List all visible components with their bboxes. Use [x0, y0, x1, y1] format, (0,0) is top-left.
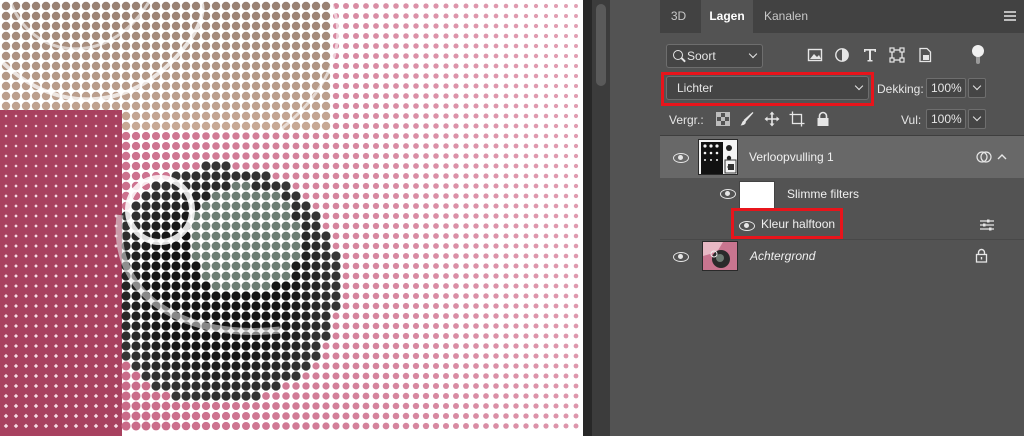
document-canvas-area — [0, 0, 596, 436]
blend-mode-value: Lichter — [677, 81, 714, 95]
layer-row-smart-filters[interactable]: Slimme filters — [660, 178, 1024, 209]
layer-row-color-halftone[interactable]: Kleur halftoon — [660, 209, 1024, 240]
type-filter-icon[interactable] — [862, 47, 878, 63]
fill-slider-dropdown[interactable] — [968, 109, 986, 129]
search-icon — [673, 50, 683, 60]
lock-transparent-icon[interactable] — [715, 111, 731, 127]
artboard-lock-icon[interactable] — [789, 111, 805, 127]
chevron-down-icon — [972, 112, 982, 122]
panel-gutter — [610, 0, 660, 436]
blend-mode-select[interactable]: Lichter — [666, 76, 869, 100]
layer-row-background[interactable]: Achtergrond — [660, 240, 1024, 272]
filter-toggle-switch[interactable] — [972, 44, 984, 66]
scrollbar-thumb[interactable] — [596, 4, 606, 86]
panel-menu-icon[interactable] — [1004, 11, 1016, 21]
layer-filter-kind-select[interactable]: Soort — [666, 44, 763, 68]
lock-label: Vergr.: — [669, 113, 704, 127]
photoshop-window: 3D Lagen Kanalen Soort Lichter Dekking: … — [0, 0, 1024, 436]
shape-filter-icon[interactable] — [889, 47, 905, 63]
layer-name-color-halftone[interactable]: Kleur halftoon — [761, 217, 835, 231]
image-filter-icon[interactable] — [807, 47, 823, 63]
fill-label: Vul: — [901, 113, 922, 127]
tab-channels[interactable]: Kanalen — [755, 0, 817, 33]
filter-blending-options-icon[interactable] — [979, 219, 995, 231]
layer-name-smart-filters[interactable]: Slimme filters — [787, 187, 859, 201]
layer-thumbnail-gradient — [698, 139, 738, 175]
opacity-field[interactable]: 100% — [926, 78, 966, 98]
lock-all-icon[interactable] — [815, 111, 831, 127]
layer-name-verloopvulling[interactable]: Verloopvulling 1 — [749, 150, 834, 164]
tab-3d[interactable]: 3D — [660, 0, 697, 33]
canvas-vertical-scrollbar[interactable] — [592, 0, 610, 436]
opacity-slider-dropdown[interactable] — [968, 78, 986, 98]
layer-lock-icon — [975, 248, 988, 263]
fill-field[interactable]: 100% — [926, 109, 966, 129]
visibility-eye-icon[interactable] — [673, 153, 689, 163]
halftone-canvas-image[interactable] — [0, 0, 583, 436]
lock-image-icon[interactable] — [739, 111, 755, 127]
chevron-down-icon — [854, 81, 864, 91]
smart-filter-badge-icon — [976, 151, 992, 163]
adjustment-filter-icon[interactable] — [834, 47, 850, 63]
smart-object-filter-icon[interactable] — [917, 47, 933, 63]
halftone-artwork — [0, 0, 579, 436]
panel-tab-bar: 3D Lagen Kanalen — [660, 0, 1024, 33]
visibility-eye-icon[interactable] — [673, 252, 689, 262]
layer-row-verloopvulling[interactable]: Verloopvulling 1 — [660, 136, 1024, 178]
lock-position-icon[interactable] — [764, 111, 780, 127]
visibility-eye-icon[interactable] — [739, 221, 755, 231]
tab-layers[interactable]: Lagen — [701, 0, 753, 33]
visibility-eye-icon[interactable] — [720, 189, 736, 199]
layer-name-background[interactable]: Achtergrond — [750, 249, 815, 263]
layer-thumbnail-background — [702, 241, 738, 271]
filter-kind-label: Soort — [687, 49, 716, 63]
smart-filter-mask-thumbnail[interactable] — [739, 181, 775, 209]
layers-panel: 3D Lagen Kanalen Soort Lichter Dekking: … — [660, 0, 1024, 436]
chevron-down-icon — [972, 81, 982, 91]
opacity-label: Dekking: — [877, 82, 924, 96]
collapse-arrow-icon[interactable] — [997, 153, 1007, 161]
chevron-down-icon — [748, 49, 758, 59]
